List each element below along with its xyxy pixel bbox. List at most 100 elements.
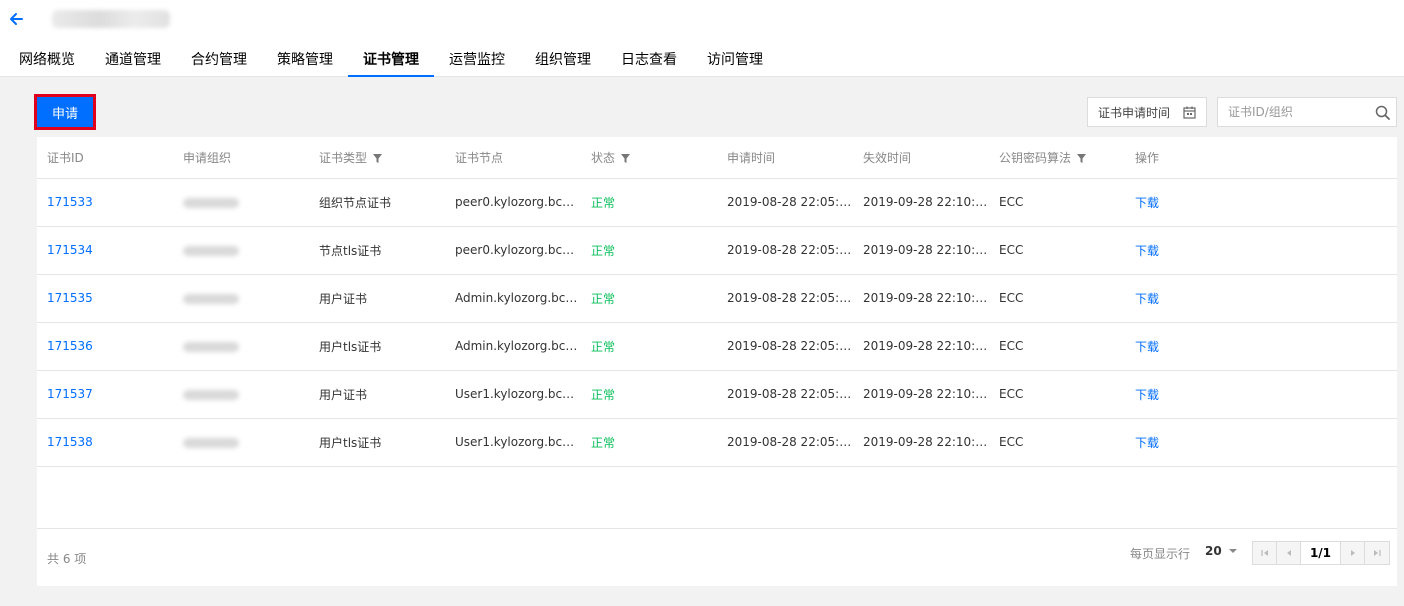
filter-icon[interactable] <box>1077 153 1087 163</box>
table-row: 171533 组织节点证书 peer0.kylozorg.bc8... 正常 2… <box>37 178 1397 227</box>
main-tabs: 网络概览 通道管理 合约管理 策略管理 证书管理 运营监控 组织管理 日志查看 … <box>4 42 778 77</box>
per-page-value: 20 <box>1205 544 1222 558</box>
search-box <box>1217 97 1397 127</box>
first-page-button[interactable] <box>1253 542 1277 564</box>
blurred-org-name <box>183 245 239 256</box>
back-button[interactable] <box>6 9 26 29</box>
table-header-row: 证书ID 申请组织 证书类型 证书节点 状态 申请时间 失效时间 公钥密码算法 … <box>37 137 1397 179</box>
per-page-select[interactable]: 20 <box>1205 544 1239 558</box>
cert-node-cell: User1.kylozorg.bc8... <box>445 370 581 419</box>
expire-time-cell: 2019-09-28 22:10:54 <box>853 322 989 371</box>
cert-id-link[interactable]: 171533 <box>47 195 93 209</box>
arrow-left-icon <box>10 13 23 25</box>
cert-node-cell: User1.kylozorg.bc8... <box>445 418 581 467</box>
blurred-org-name <box>183 341 239 352</box>
pagination: 1/1 <box>1252 541 1390 565</box>
algorithm-cell: ECC <box>989 370 1125 419</box>
expire-time-cell: 2019-09-28 22:10:54 <box>853 370 989 419</box>
expire-time-cell: 2019-09-28 22:10:54 <box>853 274 989 323</box>
chevron-left-icon <box>1286 550 1291 556</box>
apply-time-cell: 2019-08-28 22:05:20 <box>717 322 853 371</box>
prev-page-button[interactable] <box>1277 542 1301 564</box>
blurred-org-name <box>183 389 239 400</box>
algorithm-header-label: 公钥密码算法 <box>999 150 1072 165</box>
filter-icon[interactable] <box>621 153 631 163</box>
expire-time-cell: 2019-09-28 22:10:54 <box>853 418 989 467</box>
column-header-status[interactable]: 状态 <box>581 137 717 179</box>
chevron-right-icon <box>1350 550 1355 556</box>
cert-type-cell: 用户tls证书 <box>309 322 445 371</box>
table-row: 171537 用户证书 User1.kylozorg.bc8... 正常 201… <box>37 370 1397 419</box>
download-link[interactable]: 下载 <box>1135 436 1159 450</box>
column-header-org: 申请组织 <box>173 137 309 179</box>
expire-time-cell: 2019-09-28 22:10:54 <box>853 178 989 227</box>
table-row: 171536 用户tls证书 Admin.kylozorg.bc8... 正常 … <box>37 322 1397 371</box>
algorithm-cell: ECC <box>989 322 1125 371</box>
apply-time-filter-button[interactable]: 证书申请时间 <box>1087 97 1207 127</box>
last-page-button[interactable] <box>1365 542 1389 564</box>
column-header-algorithm[interactable]: 公钥密码算法 <box>989 137 1125 179</box>
cert-id-link[interactable]: 171536 <box>47 339 93 353</box>
tab-certificate-management[interactable]: 证书管理 <box>348 42 434 77</box>
cert-type-cell: 用户tls证书 <box>309 418 445 467</box>
status-badge: 正常 <box>581 178 717 227</box>
last-page-icon <box>1374 550 1381 556</box>
tab-access-management[interactable]: 访问管理 <box>692 42 778 77</box>
top-bar: 网络概览 通道管理 合约管理 策略管理 证书管理 运营监控 组织管理 日志查看 … <box>0 0 1404 77</box>
cert-id-link[interactable]: 171535 <box>47 291 93 305</box>
tab-channel-management[interactable]: 通道管理 <box>90 42 176 77</box>
search-icon <box>1375 105 1390 120</box>
apply-button[interactable]: 申请 <box>34 94 96 130</box>
tab-network-overview[interactable]: 网络概览 <box>4 42 90 77</box>
apply-time-filter-label: 证书申请时间 <box>1098 105 1171 120</box>
tab-policy-management[interactable]: 策略管理 <box>262 42 348 77</box>
search-button[interactable] <box>1368 105 1396 120</box>
blurred-org-name <box>183 293 239 304</box>
cert-id-link[interactable]: 171537 <box>47 387 93 401</box>
column-header-cert-type[interactable]: 证书类型 <box>309 137 445 179</box>
cert-type-cell: 节点tls证书 <box>309 226 445 275</box>
download-link[interactable]: 下载 <box>1135 292 1159 306</box>
cert-type-header-label: 证书类型 <box>319 150 368 165</box>
algorithm-cell: ECC <box>989 178 1125 227</box>
filter-icon[interactable] <box>373 153 383 163</box>
status-badge: 正常 <box>581 322 717 371</box>
tab-log-view[interactable]: 日志查看 <box>606 42 692 77</box>
certificate-table: 证书ID 申请组织 证书类型 证书节点 状态 申请时间 失效时间 公钥密码算法 … <box>37 137 1397 467</box>
status-badge: 正常 <box>581 370 717 419</box>
download-link[interactable]: 下载 <box>1135 388 1159 402</box>
download-link[interactable]: 下载 <box>1135 244 1159 258</box>
column-header-cert-node: 证书节点 <box>445 137 581 179</box>
download-link[interactable]: 下载 <box>1135 196 1159 210</box>
cert-id-link[interactable]: 171538 <box>47 435 93 449</box>
blurred-org-name <box>183 437 239 448</box>
table-row: 171535 用户证书 Admin.kylozorg.bc8... 正常 201… <box>37 274 1397 323</box>
cert-node-cell: peer0.kylozorg.bc8... <box>445 226 581 275</box>
next-page-button[interactable] <box>1341 542 1365 564</box>
search-input[interactable] <box>1218 98 1368 126</box>
column-header-expire-time: 失效时间 <box>853 137 989 179</box>
expire-time-cell: 2019-09-28 22:10:54 <box>853 226 989 275</box>
tab-operations-monitoring[interactable]: 运营监控 <box>434 42 520 77</box>
cert-type-cell: 用户证书 <box>309 370 445 419</box>
status-badge: 正常 <box>581 226 717 275</box>
apply-time-cell: 2019-08-28 22:05:20 <box>717 418 853 467</box>
table-row: 171538 用户tls证书 User1.kylozorg.bc8... 正常 … <box>37 418 1397 467</box>
apply-time-cell: 2019-08-28 22:05:20 <box>717 274 853 323</box>
table-footer: 共 6 项 每页显示行 20 1/1 <box>37 528 1397 586</box>
download-link[interactable]: 下载 <box>1135 340 1159 354</box>
apply-time-cell: 2019-08-28 22:05:20 <box>717 178 853 227</box>
calendar-icon <box>1183 106 1196 119</box>
apply-time-cell: 2019-08-28 22:05:20 <box>717 226 853 275</box>
status-badge: 正常 <box>581 274 717 323</box>
tab-organization-management[interactable]: 组织管理 <box>520 42 606 77</box>
cert-node-cell: peer0.kylozorg.bc8... <box>445 178 581 227</box>
status-badge: 正常 <box>581 418 717 467</box>
blurred-page-title <box>52 10 170 28</box>
cert-type-cell: 用户证书 <box>309 274 445 323</box>
cert-id-link[interactable]: 171534 <box>47 243 93 257</box>
cert-node-cell: Admin.kylozorg.bc8... <box>445 274 581 323</box>
apply-time-cell: 2019-08-28 22:05:20 <box>717 370 853 419</box>
algorithm-cell: ECC <box>989 226 1125 275</box>
tab-contract-management[interactable]: 合约管理 <box>176 42 262 77</box>
